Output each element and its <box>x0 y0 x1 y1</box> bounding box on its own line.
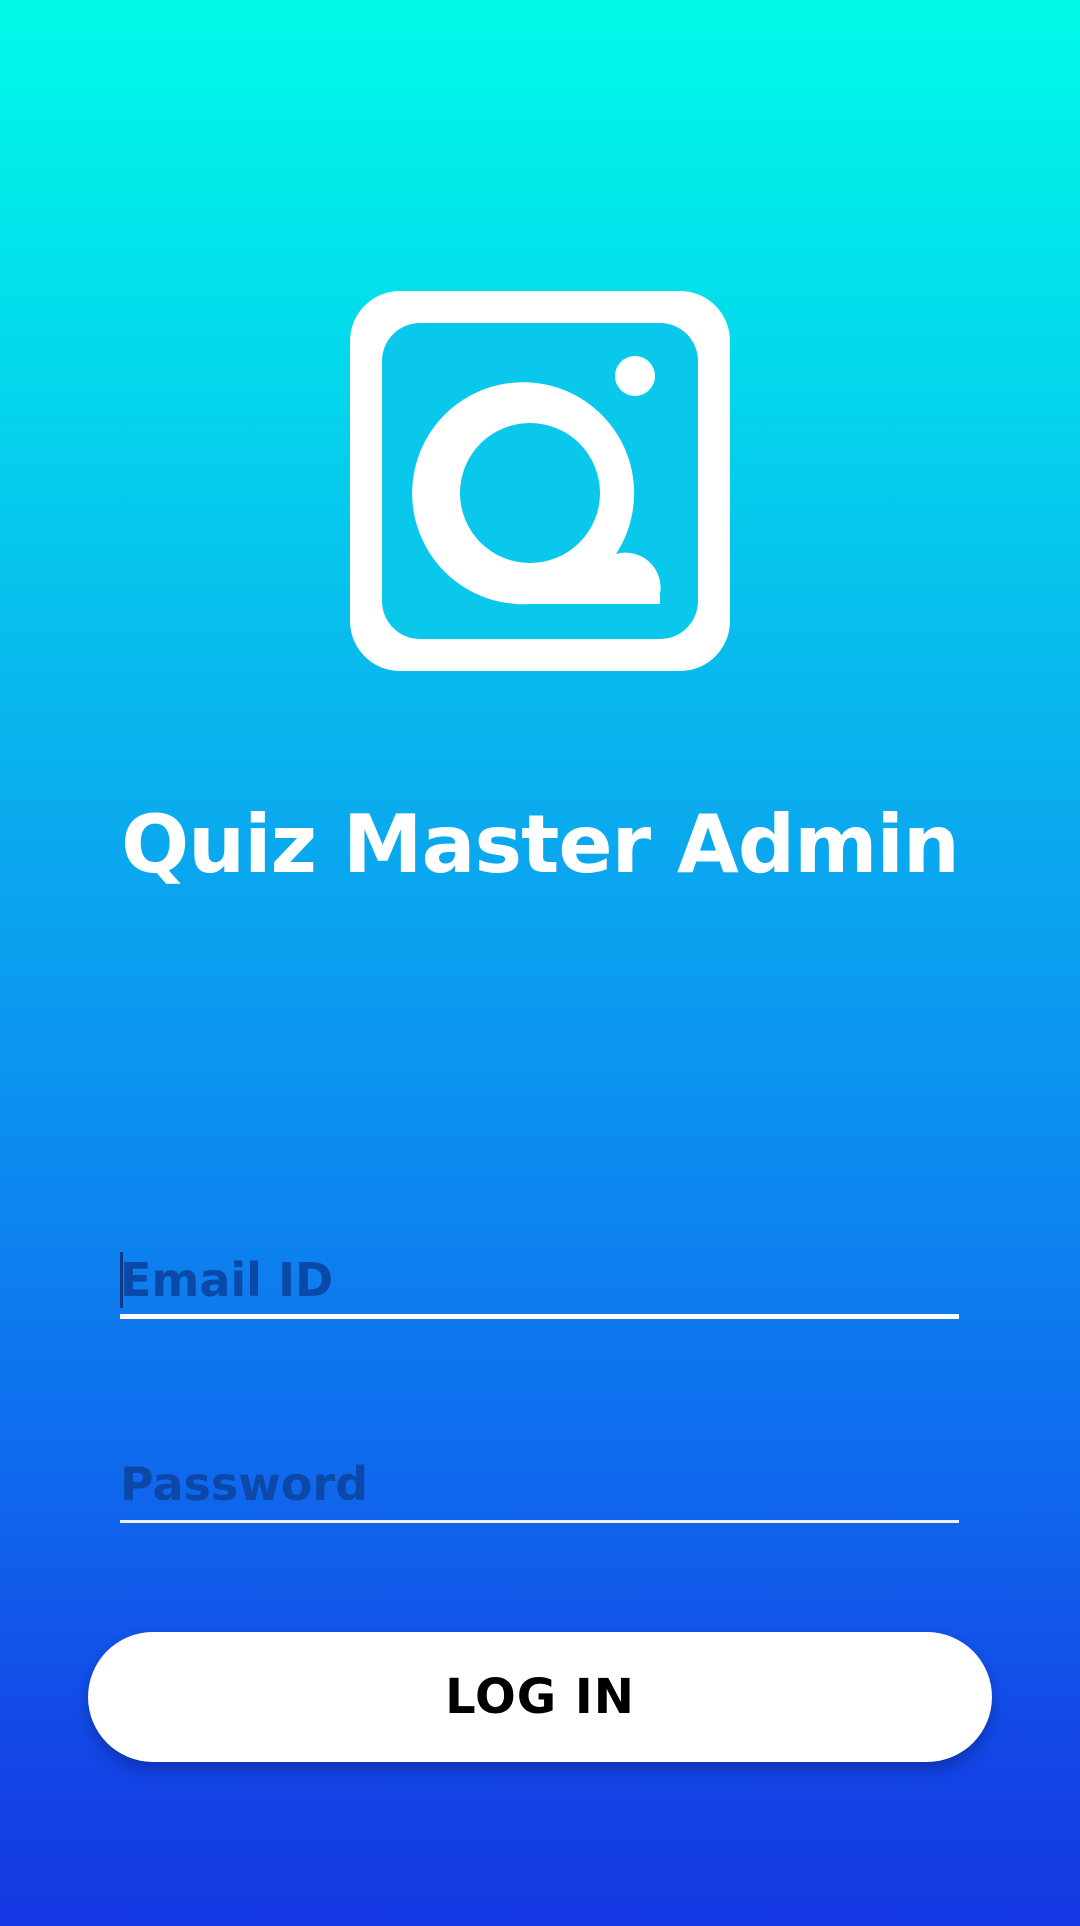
email-field-container <box>120 1250 959 1319</box>
email-underline <box>120 1314 959 1319</box>
password-field-container <box>120 1454 959 1523</box>
email-input[interactable] <box>120 1250 959 1310</box>
quiz-master-logo-icon <box>350 291 730 671</box>
password-underline <box>120 1520 959 1523</box>
password-input[interactable] <box>120 1454 959 1514</box>
login-button[interactable]: LOG IN <box>88 1632 992 1762</box>
login-button-label: LOG IN <box>445 1669 635 1725</box>
app-title: Quiz Master Admin <box>121 798 960 891</box>
text-cursor <box>120 1252 123 1308</box>
login-screen: Quiz Master Admin LOG IN <box>0 0 1080 1926</box>
